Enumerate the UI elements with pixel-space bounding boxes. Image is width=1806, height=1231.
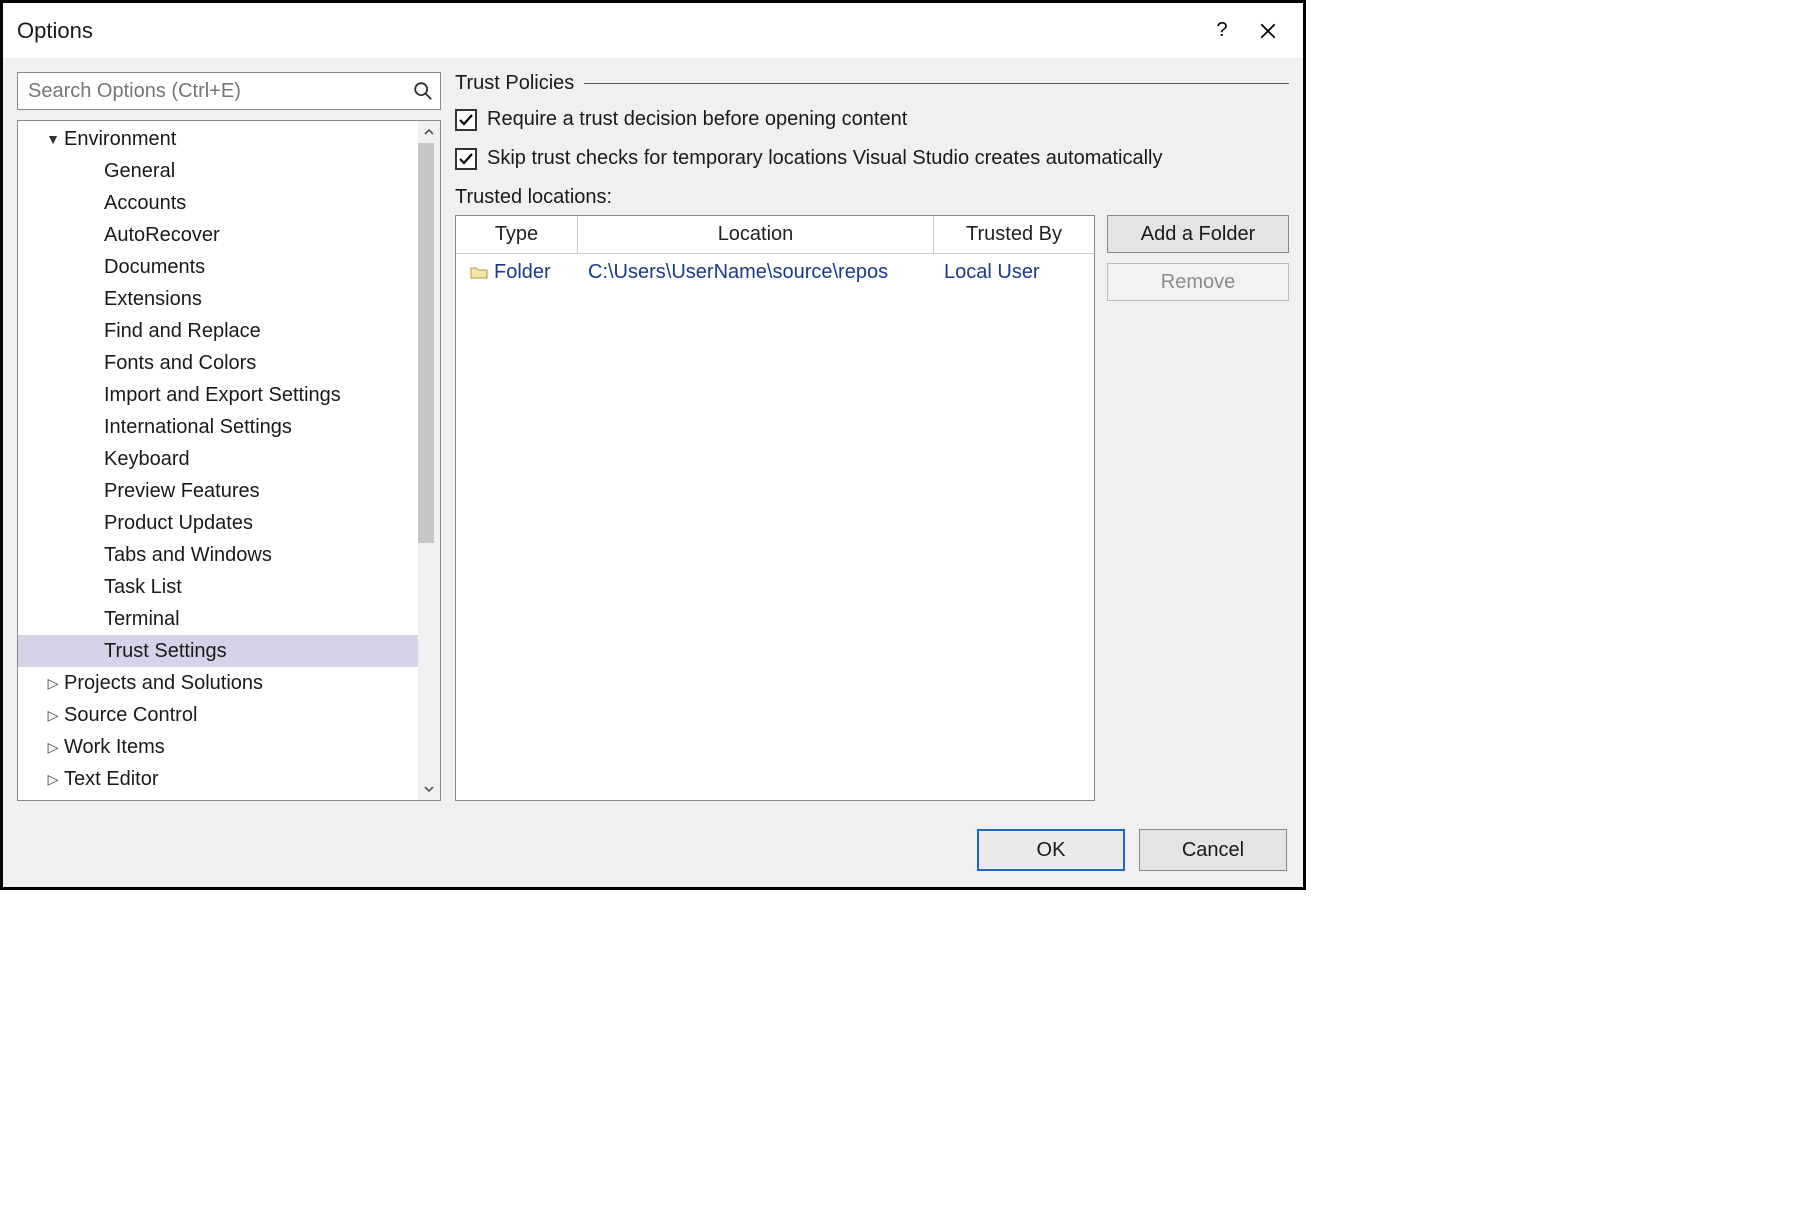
search-input[interactable] (26, 79, 412, 104)
tree-item[interactable]: Product Updates (18, 507, 418, 539)
tree-item[interactable]: Extensions (18, 283, 418, 315)
require-decision-row[interactable]: Require a trust decision before opening … (455, 108, 1289, 131)
scroll-up-button[interactable] (418, 121, 440, 143)
help-button[interactable]: ? (1199, 8, 1245, 54)
tree-item-label: International Settings (104, 416, 292, 439)
tree-item-label: Keyboard (104, 448, 190, 471)
tree-item[interactable]: Fonts and Colors (18, 347, 418, 379)
tree-item[interactable]: Task List (18, 571, 418, 603)
chevron-down-icon (423, 783, 435, 795)
tree-item[interactable]: Keyboard (18, 443, 418, 475)
chevron-down-icon: ▼ (44, 131, 62, 147)
tree-item-label: Trust Settings (104, 640, 227, 663)
grid-header: Type Location Trusted By (456, 216, 1094, 254)
require-decision-checkbox[interactable] (455, 109, 477, 131)
tree-item-label: Projects and Solutions (64, 672, 263, 695)
close-button[interactable] (1245, 8, 1291, 54)
require-decision-label: Require a trust decision before opening … (487, 108, 907, 131)
group-divider (584, 83, 1289, 84)
skip-temp-checkbox[interactable] (455, 148, 477, 170)
tree-item[interactable]: ▷Work Items (18, 731, 418, 763)
tree-item-selected[interactable]: Trust Settings (18, 635, 418, 667)
tree-item-label: Tabs and Windows (104, 544, 272, 567)
folder-icon (470, 265, 488, 279)
trusted-locations-grid[interactable]: Type Location Trusted By Folder C:\Users\… (455, 215, 1095, 801)
col-header-location[interactable]: Location (578, 216, 934, 253)
options-tree[interactable]: ▼Environment General Accounts AutoRecover Do… (17, 120, 441, 801)
tree-item-label: Extensions (104, 288, 202, 311)
check-icon (458, 151, 474, 167)
scroll-down-button[interactable] (418, 778, 440, 800)
col-header-type[interactable]: Type (456, 216, 578, 253)
tree-item[interactable]: ▷Projects and Solutions (18, 667, 418, 699)
search-box[interactable] (17, 72, 441, 110)
dialog-title: Options (17, 18, 1199, 44)
chevron-right-icon: ▷ (44, 771, 62, 788)
tree-item[interactable]: Preview Features (18, 475, 418, 507)
tree-item[interactable]: Documents (18, 251, 418, 283)
scroll-thumb[interactable] (418, 143, 434, 543)
tree-item-label: Find and Replace (104, 320, 261, 343)
skip-temp-label: Skip trust checks for temporary location… (487, 147, 1163, 170)
locations-area: Type Location Trusted By Folder C:\Users\… (455, 215, 1289, 801)
help-icon: ? (1216, 19, 1227, 42)
dialog-body: ▼Environment General Accounts AutoRecover Do… (3, 58, 1303, 815)
tree-item-label: Fonts and Colors (104, 352, 256, 375)
tree-item[interactable]: ▼Environment (18, 123, 418, 155)
tree-item-label: Preview Features (104, 480, 260, 503)
search-icon (412, 80, 434, 102)
options-dialog: Options ? ▼Environment General Accounts Aut… (0, 0, 1306, 890)
skip-temp-row[interactable]: Skip trust checks for temporary location… (455, 147, 1289, 170)
table-row[interactable]: Folder C:\Users\UserName\source\reposLoca… (456, 254, 1094, 290)
tree-item-label: Source Control (64, 704, 197, 727)
tree-item-label: Environment (64, 128, 176, 151)
close-icon (1259, 22, 1277, 40)
tree-item-label: General (104, 160, 175, 183)
tree-scrollbar[interactable] (418, 121, 440, 800)
tree-item[interactable]: ▷Text Editor (18, 763, 418, 795)
tree-item[interactable]: AutoRecover (18, 219, 418, 251)
cell-trusted-by: Local User (934, 261, 1094, 284)
grid-buttons: Add a Folder Remove (1107, 215, 1289, 301)
ok-button[interactable]: OK (977, 829, 1125, 871)
tree-item-label: Import and Export Settings (104, 384, 341, 407)
col-header-trusted-by[interactable]: Trusted By (934, 216, 1094, 253)
trusted-locations-label: Trusted locations: (455, 186, 1289, 209)
chevron-right-icon: ▷ (44, 739, 62, 756)
tree-item-label: Accounts (104, 192, 186, 215)
tree-item[interactable]: Accounts (18, 187, 418, 219)
grid-body: Folder C:\Users\UserName\source\reposLoca… (456, 254, 1094, 800)
dialog-footer: OK Cancel (3, 815, 1303, 887)
cell-type: Folder (494, 261, 551, 284)
cancel-button[interactable]: Cancel (1139, 829, 1287, 871)
scroll-track[interactable] (418, 143, 440, 778)
add-folder-button[interactable]: Add a Folder (1107, 215, 1289, 253)
right-pane: Trust Policies Require a trust decision … (455, 72, 1289, 801)
chevron-right-icon: ▷ (44, 707, 62, 724)
tree-item[interactable]: General (18, 155, 418, 187)
tree-item[interactable]: International Settings (18, 411, 418, 443)
group-label: Trust Policies (455, 72, 574, 95)
chevron-up-icon (423, 126, 435, 138)
cell-location: C:\Users\UserName\source\repos (578, 261, 934, 284)
check-icon (458, 112, 474, 128)
tree-item[interactable]: Terminal (18, 603, 418, 635)
titlebar: Options ? (3, 3, 1303, 58)
tree-item-label: AutoRecover (104, 224, 220, 247)
trust-policies-group: Trust Policies (455, 72, 1289, 94)
remove-button: Remove (1107, 263, 1289, 301)
tree-item[interactable]: Tabs and Windows (18, 539, 418, 571)
chevron-right-icon: ▷ (44, 675, 62, 692)
tree-item-label: Terminal (104, 608, 180, 631)
tree-item-label: Task List (104, 576, 182, 599)
tree-item[interactable]: ▷Source Control (18, 699, 418, 731)
left-pane: ▼Environment General Accounts AutoRecover Do… (17, 72, 441, 801)
tree-item-label: Documents (104, 256, 205, 279)
tree-item-label: Work Items (64, 736, 165, 759)
tree-item[interactable]: Find and Replace (18, 315, 418, 347)
tree-item[interactable]: Import and Export Settings (18, 379, 418, 411)
tree-item-label: Product Updates (104, 512, 253, 535)
tree-item-label: Text Editor (64, 768, 158, 791)
